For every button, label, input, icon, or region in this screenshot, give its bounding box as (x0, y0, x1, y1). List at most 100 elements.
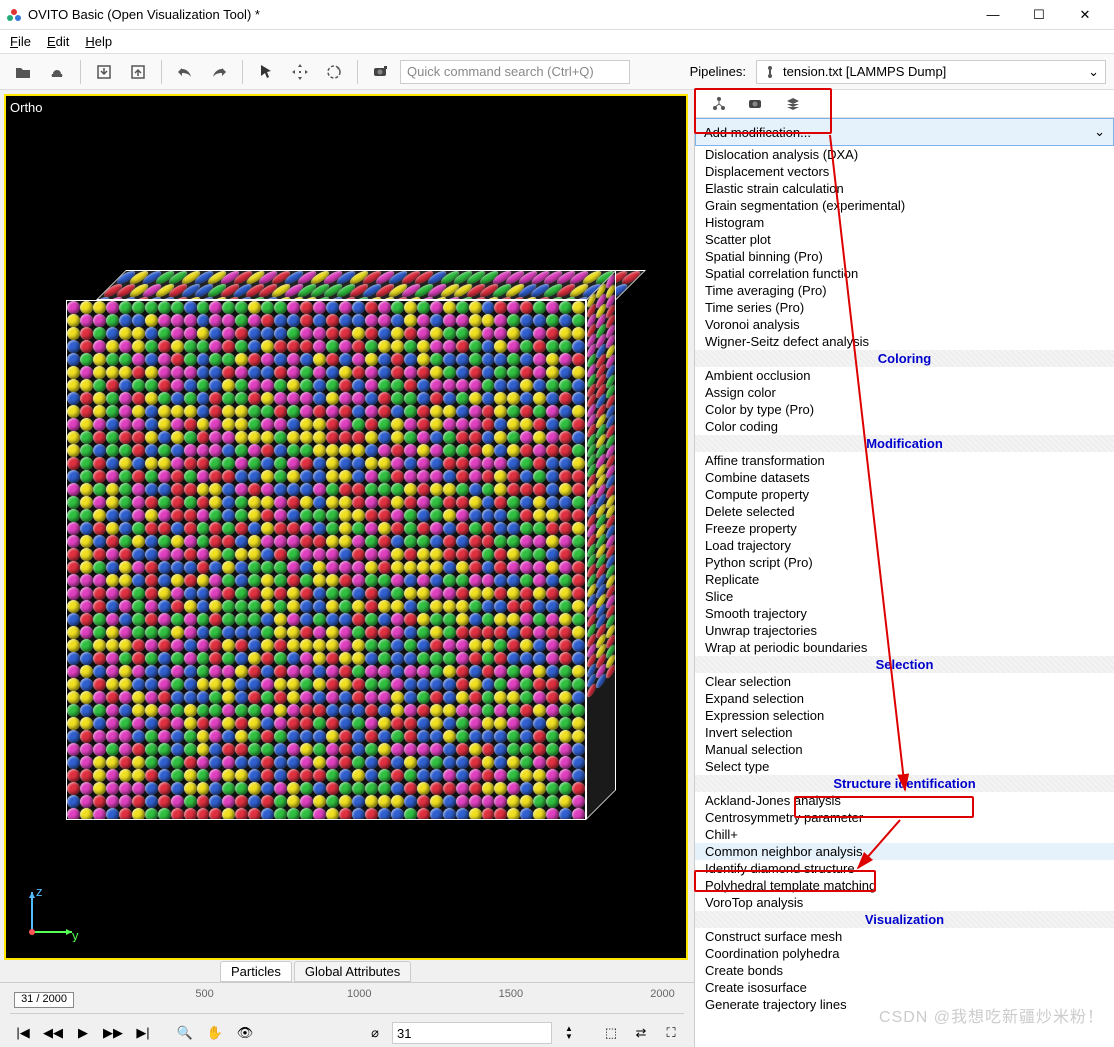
mod-item[interactable]: Wigner-Seitz defect analysis (695, 333, 1114, 350)
pipeline-panel: Add modification... ⌄ Dislocation analys… (694, 90, 1114, 1047)
mod-item[interactable]: Select type (695, 758, 1114, 775)
mod-item[interactable]: Elastic strain calculation (695, 180, 1114, 197)
mod-item[interactable]: Compute property (695, 486, 1114, 503)
move-tool-icon[interactable] (285, 58, 315, 86)
menu-edit[interactable]: Edit (47, 34, 69, 49)
open-file-icon[interactable] (8, 58, 38, 86)
skip-first-icon[interactable]: |◀ (10, 1021, 36, 1045)
timeline-handle[interactable]: 31 / 2000 (14, 992, 74, 1008)
viewport[interactable]: Ortho z y (4, 94, 688, 960)
mod-item[interactable]: Affine transformation (695, 452, 1114, 469)
tab-particles[interactable]: Particles (220, 961, 292, 982)
mod-item[interactable]: Histogram (695, 214, 1114, 231)
projection-label: Ortho (10, 100, 43, 115)
mod-item[interactable]: Assign color (695, 384, 1114, 401)
mod-item[interactable]: Unwrap trajectories (695, 622, 1114, 639)
tab-global-attributes[interactable]: Global Attributes (294, 961, 411, 982)
step-back-icon[interactable]: ◀◀ (40, 1021, 66, 1045)
mod-item[interactable]: Invert selection (695, 724, 1114, 741)
mod-item[interactable]: Create bonds (695, 962, 1114, 979)
mod-item[interactable]: Grain segmentation (experimental) (695, 197, 1114, 214)
pointer-tool-icon[interactable] (251, 58, 281, 86)
mod-item[interactable]: VoroTop analysis (695, 894, 1114, 911)
mod-item[interactable]: Identify diamond structure (695, 860, 1114, 877)
quick-search-input[interactable]: Quick command search (Ctrl+Q) (400, 60, 630, 84)
mod-item[interactable]: Color by type (Pro) (695, 401, 1114, 418)
skip-last-icon[interactable]: ▶| (130, 1021, 156, 1045)
frame-input[interactable] (392, 1022, 552, 1044)
mod-item[interactable]: Polyhedral template matching (695, 877, 1114, 894)
overlay-tab-icon[interactable] (785, 96, 801, 112)
download-remote-icon[interactable] (42, 58, 72, 86)
mod-item[interactable]: Combine datasets (695, 469, 1114, 486)
pipelines-label: Pipelines: (690, 64, 746, 79)
add-modification-label: Add modification... (704, 125, 811, 140)
menu-help[interactable]: Help (85, 34, 112, 49)
pipeline-selector[interactable]: tension.txt [LAMMPS Dump] ⌄ (756, 60, 1106, 84)
pipeline-tab-icon[interactable] (711, 96, 727, 112)
data-tabs: Particles Global Attributes (0, 960, 694, 982)
box-icon[interactable]: ⬚ (598, 1021, 624, 1045)
menu-file[interactable]: File (10, 34, 31, 49)
step-forward-icon[interactable]: ▶▶ (100, 1021, 126, 1045)
modification-list[interactable]: Dislocation analysis (DXA)Displacement v… (695, 146, 1114, 1047)
mod-item[interactable]: Spatial correlation function (695, 265, 1114, 282)
render-tab-icon[interactable] (747, 97, 765, 111)
key-icon[interactable]: ⌀ (362, 1021, 388, 1045)
rotate-tool-icon[interactable] (319, 58, 349, 86)
save-state-icon[interactable] (89, 58, 119, 86)
app-logo-icon (6, 7, 22, 23)
maximize-button[interactable]: ☐ (1016, 0, 1062, 30)
mod-item[interactable]: Delete selected (695, 503, 1114, 520)
mod-item[interactable]: Voronoi analysis (695, 316, 1114, 333)
play-icon[interactable]: ▶ (70, 1021, 96, 1045)
mod-item[interactable]: Smooth trajectory (695, 605, 1114, 622)
simulation-cube (66, 270, 616, 820)
mod-item[interactable]: Time averaging (Pro) (695, 282, 1114, 299)
pan-icon[interactable]: ✋ (202, 1021, 228, 1045)
eye-icon[interactable]: 👁 (232, 1021, 258, 1045)
load-state-icon[interactable] (123, 58, 153, 86)
mod-item[interactable]: Python script (Pro) (695, 554, 1114, 571)
close-button[interactable]: ✕ (1062, 0, 1108, 30)
add-modification-dropdown[interactable]: Add modification... ⌄ (695, 118, 1114, 146)
mod-item[interactable]: Spatial binning (Pro) (695, 248, 1114, 265)
chevron-down-icon: ⌄ (1088, 64, 1099, 80)
minimize-button[interactable]: ― (970, 0, 1016, 30)
mod-item[interactable]: Wrap at periodic boundaries (695, 639, 1114, 656)
undo-icon[interactable] (170, 58, 200, 86)
mod-item[interactable]: Common neighbor analysis (695, 843, 1114, 860)
mod-item[interactable]: Ambient occlusion (695, 367, 1114, 384)
mod-item[interactable]: Chill+ (695, 826, 1114, 843)
spinner-buttons[interactable]: ▲▼ (556, 1021, 582, 1045)
zoom-icon[interactable]: 🔍 (172, 1021, 198, 1045)
mod-item[interactable]: Dislocation analysis (DXA) (695, 146, 1114, 163)
mod-item[interactable]: Manual selection (695, 741, 1114, 758)
mod-item[interactable]: Slice (695, 588, 1114, 605)
mod-item[interactable]: Ackland-Jones analysis (695, 792, 1114, 809)
mod-item[interactable]: Expand selection (695, 690, 1114, 707)
mod-item[interactable]: Displacement vectors (695, 163, 1114, 180)
timeline[interactable]: 31 / 2000 500100015002000 (0, 982, 694, 1019)
mod-item[interactable]: Coordination polyhedra (695, 945, 1114, 962)
expand-icon[interactable]: ⛶ (658, 1021, 684, 1045)
mod-item[interactable]: Replicate (695, 571, 1114, 588)
mod-item[interactable]: Load trajectory (695, 537, 1114, 554)
mod-item[interactable]: Expression selection (695, 707, 1114, 724)
mod-item[interactable]: Construct surface mesh (695, 928, 1114, 945)
mod-item[interactable]: Freeze property (695, 520, 1114, 537)
render-icon[interactable] (366, 58, 396, 86)
mod-item[interactable]: Centrosymmetry parameter (695, 809, 1114, 826)
mod-item[interactable]: Clear selection (695, 673, 1114, 690)
arrows-icon[interactable]: ⇄ (628, 1021, 654, 1045)
mod-group-header: Visualization (695, 911, 1114, 928)
mod-item[interactable]: Scatter plot (695, 231, 1114, 248)
mod-item[interactable]: Create isosurface (695, 979, 1114, 996)
mod-item[interactable]: Time series (Pro) (695, 299, 1114, 316)
axis-tripod-icon: z y (22, 882, 82, 942)
watermark: CSDN @我想吃新疆炒米粉！ (879, 1003, 1104, 1027)
chevron-down-icon: ⌄ (1094, 124, 1105, 140)
axis-y-label: y (72, 928, 79, 942)
mod-item[interactable]: Color coding (695, 418, 1114, 435)
redo-icon[interactable] (204, 58, 234, 86)
